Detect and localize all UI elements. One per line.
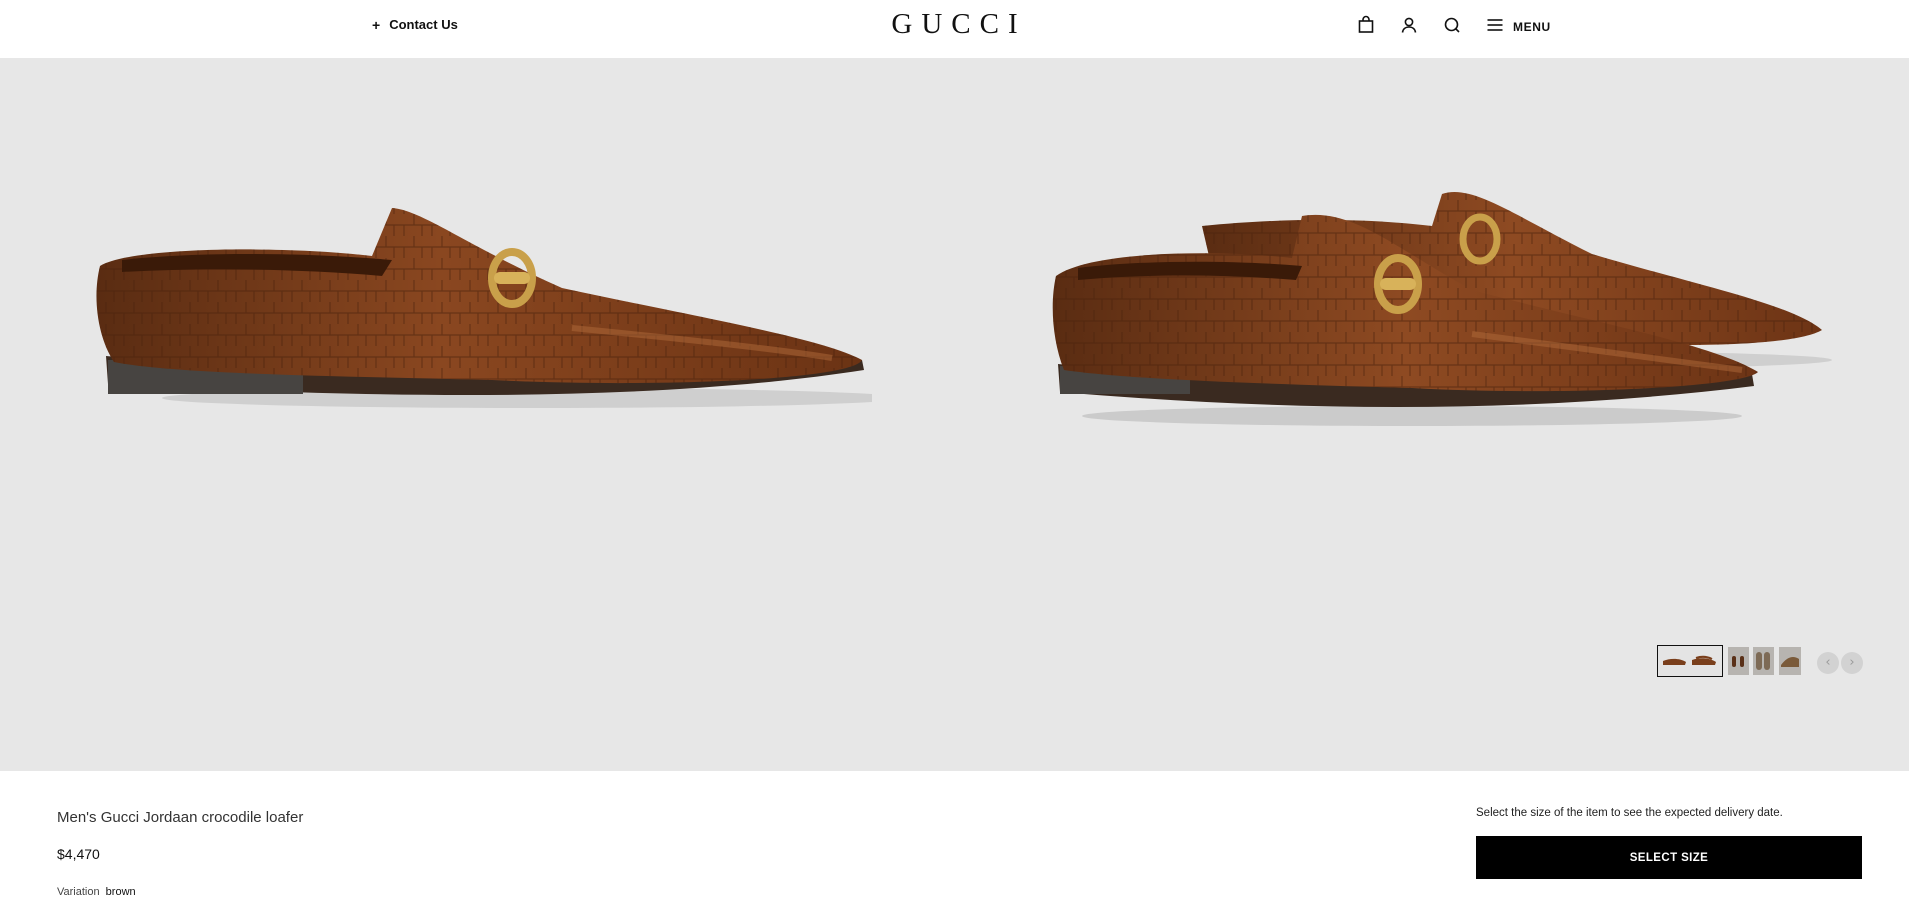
thumbnail-top-view[interactable] bbox=[1728, 647, 1749, 675]
gucci-logo[interactable]: GUCCI bbox=[0, 8, 1909, 41]
loafer-pair-view-image bbox=[1052, 192, 1832, 426]
shopping-bag-icon[interactable] bbox=[1356, 15, 1376, 35]
variation-label: Variation bbox=[57, 886, 100, 898]
thumbnail-image bbox=[1781, 657, 1799, 667]
variation-value: brown bbox=[105, 886, 136, 898]
next-image-button[interactable]: › bbox=[1841, 652, 1863, 674]
select-size-button[interactable]: SELECT SIZE bbox=[1476, 836, 1862, 879]
site-header: + Contact Us GUCCI MENU bbox=[0, 0, 1909, 58]
product-variation: Variation brown bbox=[57, 886, 136, 898]
search-icon[interactable] bbox=[1442, 15, 1462, 35]
hamburger-menu-icon[interactable] bbox=[1485, 15, 1505, 35]
previous-image-button[interactable]: ‹ bbox=[1817, 652, 1839, 674]
product-price: $4,470 bbox=[57, 846, 100, 862]
loafer-side-view-image bbox=[96, 208, 872, 408]
menu-button-label[interactable]: MENU bbox=[1513, 20, 1551, 34]
thumbnail-detail-view[interactable] bbox=[1779, 647, 1801, 675]
thumbnail-image bbox=[1732, 656, 1744, 667]
product-name: Men's Gucci Jordaan crocodile loafer bbox=[57, 809, 304, 826]
thumbnail-image bbox=[1663, 655, 1716, 665]
size-delivery-note: Select the size of the item to see the e… bbox=[1476, 807, 1783, 819]
thumbnail-image bbox=[1756, 652, 1770, 670]
product-gallery[interactable]: ‹ › bbox=[0, 58, 1909, 771]
user-icon[interactable] bbox=[1399, 15, 1419, 35]
thumbnail-side-and-pair[interactable] bbox=[1657, 645, 1723, 677]
thumbnail-soles-view[interactable] bbox=[1753, 647, 1774, 675]
